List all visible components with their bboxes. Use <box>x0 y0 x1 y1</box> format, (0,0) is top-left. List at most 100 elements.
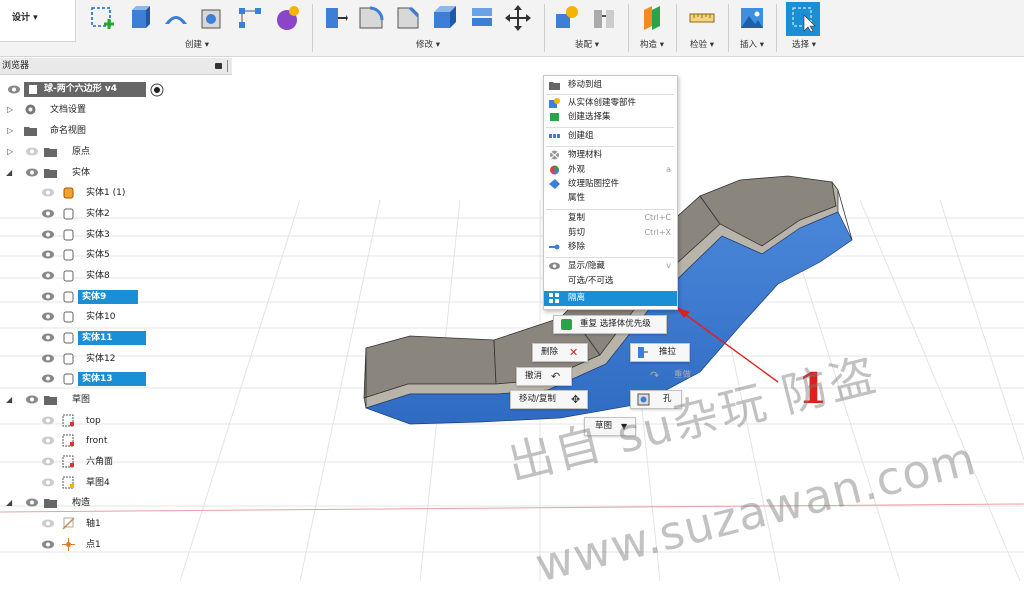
joint-icon[interactable] <box>590 4 618 32</box>
insert-image-icon[interactable] <box>738 4 766 32</box>
visibility-eye-icon[interactable] <box>42 188 54 197</box>
hole-icon[interactable] <box>198 4 226 32</box>
visibility-eye-icon[interactable] <box>42 354 54 363</box>
create-group-label[interactable]: 创建 ▾ <box>86 38 308 50</box>
tree-body-selected[interactable]: 实体11 <box>0 328 232 348</box>
collapse-arrow-icon[interactable]: ◢ <box>6 163 12 183</box>
visibility-eye-icon[interactable] <box>42 416 54 425</box>
menu-isolate[interactable]: 隔离 <box>544 291 677 306</box>
expand-arrow-icon[interactable]: ▷ <box>7 142 13 162</box>
visibility-eye-icon[interactable] <box>42 312 54 321</box>
collapse-panel-icon[interactable] <box>215 63 222 69</box>
form-icon[interactable] <box>274 4 302 32</box>
combine-icon[interactable] <box>468 4 496 32</box>
visibility-eye-icon[interactable] <box>42 374 54 383</box>
sketch-dropdown-button[interactable]: 草图 ▼ <box>584 417 636 436</box>
inspect-group-label[interactable]: 检验 ▾ <box>678 38 726 50</box>
construct-group-label[interactable]: 构造 ▾ <box>630 38 674 50</box>
menu-move-to-group[interactable]: 移动到组 <box>544 78 677 92</box>
menu-create-group[interactable]: 创建组 <box>544 129 677 143</box>
tree-point[interactable]: 点1 <box>0 535 232 555</box>
expand-arrow-icon[interactable]: ▷ <box>7 100 13 120</box>
collapse-arrow-icon[interactable]: ◢ <box>6 493 12 513</box>
press-pull-button[interactable]: 推拉 <box>630 343 690 362</box>
tree-body[interactable]: 实体2 <box>0 204 232 224</box>
menu-remove[interactable]: 移除 <box>544 240 677 254</box>
visibility-eye-icon[interactable] <box>26 395 38 404</box>
revolve-icon[interactable] <box>162 4 190 32</box>
visibility-eye-icon[interactable] <box>42 230 54 239</box>
tree-sketch[interactable]: top <box>0 411 232 431</box>
menu-create-selection-set[interactable]: 创建选择集 <box>544 110 677 124</box>
fillet-icon[interactable] <box>356 4 384 32</box>
new-component-icon[interactable] <box>552 4 580 32</box>
create-sketch-icon[interactable] <box>88 4 116 32</box>
tree-sketch[interactable]: front <box>0 431 232 451</box>
tree-bodies-folder[interactable]: ◢ 实体 <box>0 163 232 183</box>
undo-button[interactable]: 撤消 ↶ <box>516 367 572 386</box>
visibility-eye-icon[interactable] <box>42 209 54 218</box>
visibility-eye-icon[interactable] <box>42 457 54 466</box>
tree-sketch[interactable]: 六角面 <box>0 452 232 472</box>
redo-button[interactable]: ↷ 重做 <box>646 367 698 384</box>
repeat-select-priority-button[interactable]: 重复 选择体优先级 <box>553 315 667 334</box>
expand-arrow-icon[interactable]: ▷ <box>7 121 13 141</box>
visibility-eye-icon[interactable] <box>26 498 38 507</box>
tree-sketch[interactable]: 草图4 <box>0 473 232 493</box>
visibility-eye-icon[interactable] <box>42 519 54 528</box>
visibility-eye-icon[interactable] <box>42 292 54 301</box>
tree-doc-settings[interactable]: ▷ 文档设置 <box>0 100 232 120</box>
tree-body-selected[interactable]: 实体9 <box>0 287 232 307</box>
tree-body[interactable]: 实体10 <box>0 307 232 327</box>
delete-button[interactable]: 删除 ✕ <box>532 343 588 362</box>
tree-root[interactable]: 球-两个六边形 v4 <box>0 80 232 100</box>
menu-cut[interactable]: 剪切 Ctrl+X <box>544 226 677 240</box>
tree-body[interactable]: 实体5 <box>0 245 232 265</box>
chamfer-icon[interactable] <box>394 4 422 32</box>
tree-sketches-folder[interactable]: ◢ 草图 <box>0 390 232 410</box>
menu-create-components[interactable]: 从实体创建零部件 <box>544 96 677 110</box>
visibility-eye-icon[interactable] <box>26 168 38 177</box>
tree-origin[interactable]: ▷ 原点 <box>0 142 232 162</box>
tree-named-views[interactable]: ▷ 命名视图 <box>0 121 232 141</box>
select-group-label[interactable]: 选择 ▾ <box>780 38 828 50</box>
collapse-arrow-icon[interactable]: ◢ <box>6 390 12 410</box>
menu-properties[interactable]: 属性 <box>544 191 677 205</box>
tree-body[interactable]: 实体8 <box>0 266 232 286</box>
move-icon[interactable] <box>504 4 532 32</box>
design-workspace-button[interactable]: 设计 ▾ <box>0 0 76 42</box>
tree-body[interactable]: 实体12 <box>0 349 232 369</box>
shell-icon[interactable] <box>430 4 458 32</box>
menu-selectable[interactable]: 可选/不可选 <box>544 274 677 288</box>
visibility-eye-icon[interactable] <box>8 85 20 94</box>
measure-icon[interactable] <box>688 4 716 32</box>
activate-radio-icon[interactable] <box>150 83 164 97</box>
panel-pin-icon[interactable] <box>227 60 228 72</box>
menu-appearance[interactable]: 外观 a <box>544 163 677 177</box>
hole-button[interactable]: 孔 <box>630 390 682 409</box>
visibility-eye-icon[interactable] <box>42 436 54 445</box>
tree-axis[interactable]: 轴1 <box>0 514 232 534</box>
root-name-box[interactable]: 球-两个六边形 v4 <box>24 82 146 97</box>
visibility-eye-icon[interactable] <box>42 478 54 487</box>
visibility-eye-icon[interactable] <box>42 333 54 342</box>
assemble-group-label[interactable]: 装配 ▾ <box>548 38 626 50</box>
offset-plane-icon[interactable] <box>638 4 666 32</box>
menu-copy[interactable]: 复制 Ctrl+C <box>544 211 677 225</box>
tree-construction-folder[interactable]: ◢ 构造 <box>0 493 232 513</box>
modify-group-label[interactable]: 修改 ▾ <box>316 38 540 50</box>
tree-body[interactable]: 实体3 <box>0 225 232 245</box>
visibility-eye-icon[interactable] <box>42 540 54 549</box>
menu-texture-map[interactable]: 纹理贴图控件 <box>544 177 677 191</box>
tree-body[interactable]: 实体1 (1) <box>0 183 232 203</box>
visibility-eye-icon[interactable] <box>42 271 54 280</box>
press-pull-icon[interactable] <box>320 4 348 32</box>
move-copy-button[interactable]: 移动/复制 ✥ <box>510 390 588 409</box>
visibility-eye-icon[interactable] <box>42 250 54 259</box>
rectangular-pattern-icon[interactable] <box>236 4 264 32</box>
menu-physical-material[interactable]: 物理材料 <box>544 148 677 162</box>
insert-group-label[interactable]: 插入 ▾ <box>730 38 774 50</box>
menu-show-hide[interactable]: 显示/隐藏 v <box>544 259 677 273</box>
select-cursor-icon[interactable] <box>790 5 818 33</box>
visibility-eye-icon[interactable] <box>26 147 38 156</box>
